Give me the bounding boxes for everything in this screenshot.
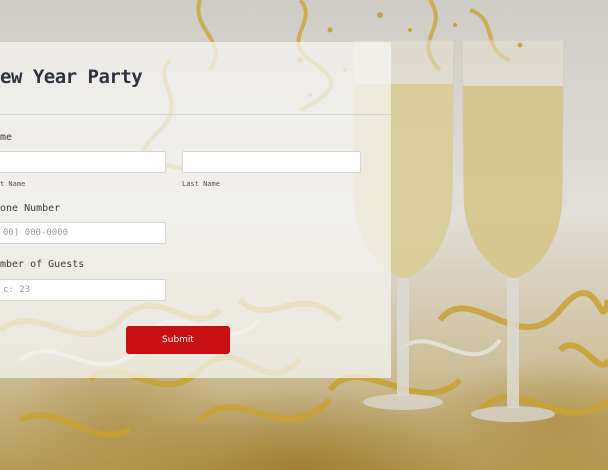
guests-label: mber of Guests [0,259,85,270]
first-name-input[interactable] [0,151,166,173]
title-divider [0,114,391,115]
guests-input[interactable]: c: 23 [0,279,166,301]
name-label: me [0,132,13,143]
submit-button[interactable]: Submit [126,326,230,354]
last-name-sublabel: Last Name [182,180,220,188]
form-title: ew Year Party [0,66,143,88]
form-panel: ew Year Party me t Name Last Name one Nu… [0,42,391,378]
phone-label: one Number [0,203,61,214]
phone-number-input[interactable]: 00) 000-0000 [0,222,166,244]
first-name-sublabel: t Name [0,180,26,188]
last-name-input[interactable] [182,151,361,173]
